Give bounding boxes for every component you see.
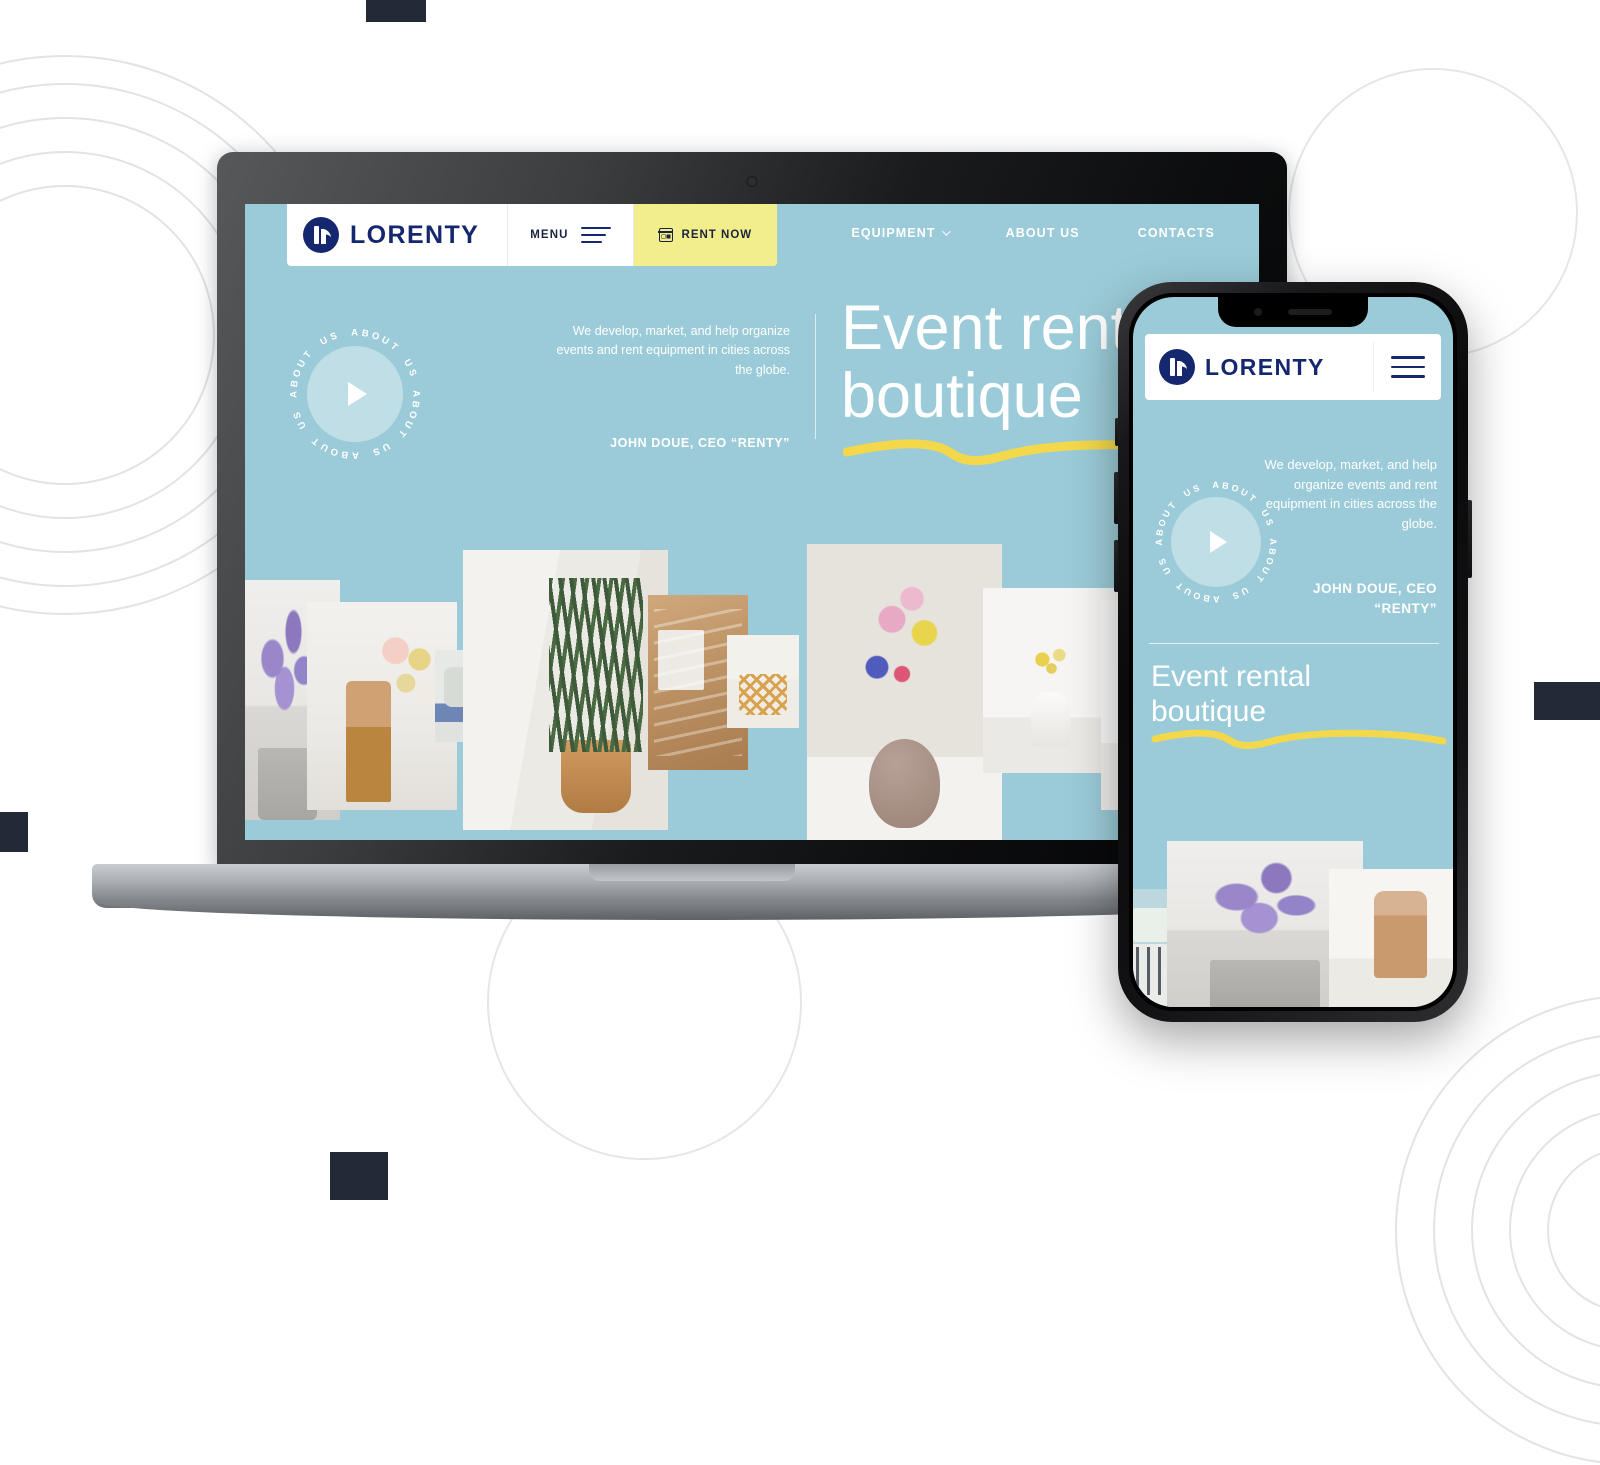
- phone-device-mockup: LORENTY ABOUTUSABOUTUSABOUTUSABOUTUS We …: [1114, 282, 1472, 1022]
- logo[interactable]: LORENTY: [287, 204, 507, 266]
- hero-author: JOHN DOUE, CEO “RENTY”: [610, 436, 790, 451]
- lorenty-logo-mark-icon: [1159, 349, 1195, 385]
- mobile-header: LORENTY: [1145, 334, 1441, 400]
- menu-label: MENU: [530, 229, 569, 241]
- hero-copy: We develop, market, and help organize ev…: [540, 322, 790, 450]
- laptop-foot: [98, 902, 1286, 920]
- decorative-square-mid-left: [0, 812, 28, 852]
- hero-description: We develop, market, and help organize ev…: [1264, 457, 1437, 531]
- hero-copy: We develop, market, and help organize ev…: [1262, 455, 1437, 618]
- mobile-gallery: [1133, 827, 1453, 1007]
- about-us-play-badge[interactable]: ABOUTUSABOUTUSABOUTUSABOUTUS: [285, 324, 425, 464]
- concentric-rings-bottom-right: [1395, 995, 1600, 1465]
- front-camera-icon: [1254, 308, 1262, 316]
- hero-title-line-2: boutique: [1151, 695, 1267, 729]
- menu-button[interactable]: MENU: [507, 204, 634, 266]
- lorenty-logo-mark-icon: [303, 217, 339, 253]
- gallery-image-balloons[interactable]: [1329, 869, 1453, 1007]
- hamburger-menu-icon: [580, 227, 611, 243]
- nav-equipment-label: EQUIPMENT: [851, 226, 936, 240]
- hero-author: JOHN DOUE, CEO “RENTY”: [1312, 581, 1437, 616]
- primary-nav: EQUIPMENT ABOUT US CONTACTS: [851, 226, 1215, 240]
- play-triangle-icon: [348, 382, 367, 406]
- rent-now-label: RENT NOW: [681, 229, 753, 241]
- phone-frame: LORENTY ABOUTUSABOUTUSABOUTUSABOUTUS We …: [1118, 282, 1468, 1022]
- rent-now-button[interactable]: RENT NOW: [633, 204, 778, 266]
- logo[interactable]: LORENTY: [1145, 349, 1373, 385]
- phone-bezel: LORENTY ABOUTUSABOUTUSABOUTUSABOUTUS We …: [1129, 293, 1457, 1011]
- nav-contacts-label: CONTACTS: [1137, 226, 1215, 240]
- hero-divider: [1149, 643, 1439, 644]
- hero-title-line-1: Event rental: [1151, 660, 1312, 693]
- calendar-icon: [657, 228, 674, 242]
- play-button[interactable]: [307, 346, 403, 442]
- hero-description: We develop, market, and help organize ev…: [556, 324, 790, 377]
- decorative-square-top-left: [366, 0, 426, 22]
- gallery-image-blossom-vase[interactable]: [807, 544, 1002, 840]
- nav-item-contacts[interactable]: CONTACTS: [1138, 226, 1215, 240]
- decorative-square-bottom-left: [330, 1152, 388, 1200]
- desktop-gallery: [245, 540, 1259, 840]
- decorative-square-mid-right: [1534, 682, 1600, 720]
- play-triangle-icon: [1210, 531, 1227, 553]
- yellow-underline-squiggle: [1151, 729, 1447, 749]
- logo-text: LORENTY: [1205, 353, 1325, 380]
- laptop-webcam-icon: [746, 176, 758, 187]
- phone-screen: LORENTY ABOUTUSABOUTUSABOUTUSABOUTUS We …: [1133, 297, 1453, 1007]
- hamburger-menu-icon[interactable]: [1373, 342, 1441, 392]
- play-button[interactable]: [1171, 497, 1261, 587]
- laptop-device-mockup: LORENTY MENU RENT NOW EQUIPMENT ABOUT US…: [92, 152, 1292, 932]
- phone-notch: [1218, 297, 1368, 327]
- nav-item-equipment[interactable]: EQUIPMENT: [851, 226, 951, 240]
- gallery-image-snake-plant[interactable]: [463, 550, 668, 830]
- logo-text: LORENTY: [350, 220, 480, 249]
- nav-about-label: ABOUT US: [1005, 226, 1080, 240]
- hero-title: Event rental boutique: [1151, 659, 1311, 730]
- nav-item-about-us[interactable]: ABOUT US: [1006, 226, 1080, 240]
- gallery-image-rattan-table[interactable]: [727, 635, 799, 728]
- site-header: LORENTY MENU RENT NOW: [287, 204, 778, 266]
- laptop-screen: LORENTY MENU RENT NOW EQUIPMENT ABOUT US…: [245, 204, 1259, 840]
- hero-divider: [815, 314, 816, 439]
- earpiece-speaker-icon: [1288, 309, 1332, 315]
- chevron-down-icon: [941, 227, 951, 236]
